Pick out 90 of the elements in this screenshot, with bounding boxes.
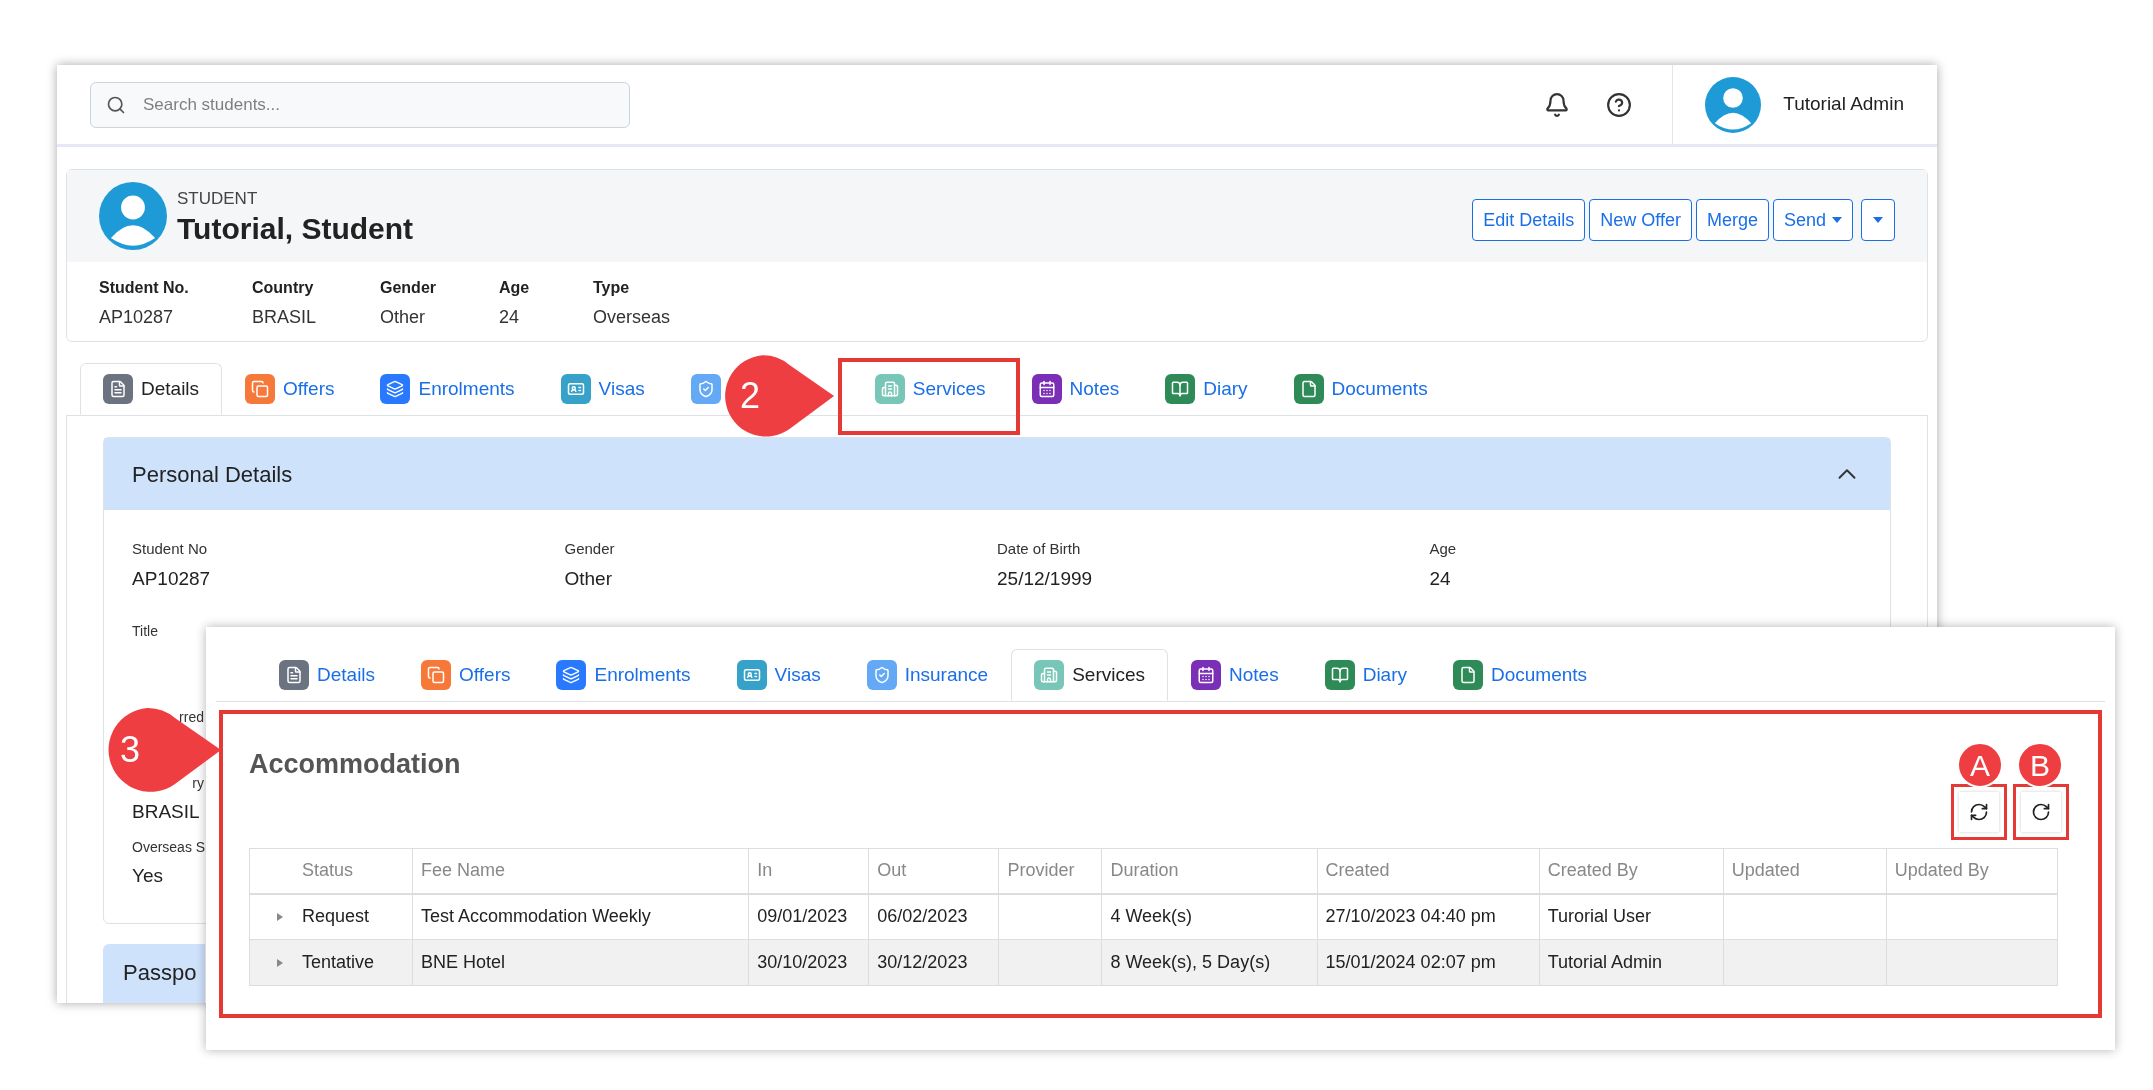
field-label: Gender xyxy=(564,539,616,559)
status-text: Request xyxy=(302,905,370,929)
fact-label: Student No. xyxy=(99,278,190,298)
tab[interactable]: Documents xyxy=(1270,363,1451,415)
more-button[interactable] xyxy=(1861,199,1895,241)
panel-header[interactable]: Personal Details xyxy=(104,438,1890,510)
panel-header[interactable]: Passpo xyxy=(103,944,205,1003)
panel-title: Passpo xyxy=(123,960,197,985)
field-value: 25/12/1999 xyxy=(997,566,1094,591)
field-value: Yes xyxy=(132,864,164,888)
field-value: BRASIL xyxy=(132,800,201,824)
avatar-icon xyxy=(1705,76,1762,133)
column-header[interactable]: Status xyxy=(249,848,413,894)
action-button[interactable]: Merge xyxy=(1695,199,1769,241)
field-label: Date of Birth xyxy=(997,539,1082,559)
table-cell: Test Accommodation Weekly xyxy=(412,893,749,940)
reset-icon xyxy=(2031,802,2051,822)
column-header[interactable]: In xyxy=(748,848,869,894)
action-button[interactable]: Edit Details xyxy=(1472,199,1586,241)
notification-icon[interactable] xyxy=(1544,91,1571,118)
table-cell: 30/10/2023 xyxy=(748,939,869,986)
avatar-icon xyxy=(99,182,167,250)
fact-value: Overseas xyxy=(593,306,672,329)
field-value: Other xyxy=(564,566,614,591)
table-cell: 27/10/2023 04:40 pm xyxy=(1317,893,1540,940)
fact-value: Other xyxy=(380,306,427,329)
table-cell: 06/02/2023 xyxy=(868,893,999,940)
search-icon xyxy=(106,94,126,115)
panel-title: Personal Details xyxy=(132,460,293,489)
fact-label: Type xyxy=(593,278,631,298)
table-cell: Turorial User xyxy=(1539,893,1724,940)
fact-label: Gender xyxy=(380,278,437,298)
dropdown-button[interactable]: Send xyxy=(1772,199,1853,241)
search-field[interactable]: Search students... xyxy=(90,81,630,128)
column-header[interactable]: Updated xyxy=(1723,848,1887,894)
tab[interactable]: Services xyxy=(1011,649,1168,701)
tab[interactable]: Enrolments xyxy=(533,649,714,701)
column-header[interactable]: Created xyxy=(1317,848,1540,894)
fact-value: AP10287 xyxy=(99,306,175,329)
tab[interactable]: Visas xyxy=(713,649,844,701)
caret-icon xyxy=(1873,217,1883,223)
tab[interactable]: Details xyxy=(256,649,399,701)
tab[interactable]: Notes xyxy=(1168,649,1302,701)
action-button[interactable]: New Offer xyxy=(1589,199,1692,241)
tab[interactable]: Offers xyxy=(398,649,534,701)
fact-label: Age xyxy=(499,278,531,298)
caret-icon xyxy=(1832,217,1842,223)
status-text: Tentative xyxy=(302,951,375,974)
tab[interactable]: Diary xyxy=(1142,363,1271,415)
table-cell: 8 Week(s), 5 Day(s) xyxy=(1101,939,1318,986)
field-value: 24 xyxy=(1429,566,1452,591)
field-label: Overseas S xyxy=(132,838,204,857)
section-title: Accommodation xyxy=(249,748,461,781)
tab[interactable]: Documents xyxy=(1430,649,1611,701)
field-label: ry xyxy=(191,774,204,793)
help-icon[interactable] xyxy=(1606,91,1633,118)
record-type-label: STUDENT xyxy=(177,188,259,211)
tab[interactable]: Enrolments xyxy=(357,363,538,415)
fact-value: BRASIL xyxy=(252,306,318,329)
table-cell: BNE Hotel xyxy=(412,939,749,986)
student-name: Tutorial, Student xyxy=(177,211,414,246)
user-name[interactable]: Tutorial Admin xyxy=(1783,90,1904,119)
table-cell: 30/12/2023 xyxy=(868,939,999,986)
table-cell: Tutorial Admin xyxy=(1539,939,1724,986)
column-header[interactable]: Fee Name xyxy=(412,848,749,894)
column-header[interactable]: Duration xyxy=(1101,848,1318,894)
field-value: AP10287 xyxy=(132,566,212,591)
column-header[interactable]: Created By xyxy=(1539,848,1724,894)
tab[interactable]: Notes xyxy=(1008,363,1143,415)
field-label: rred xyxy=(178,708,204,727)
tab[interactable]: Insurance xyxy=(843,649,1012,701)
field-label: Age xyxy=(1429,539,1458,559)
tab[interactable]: Offers xyxy=(222,363,358,415)
field-label: Title xyxy=(132,622,159,641)
table-cell: 4 Week(s) xyxy=(1101,893,1318,940)
fact-value: 24 xyxy=(499,306,521,329)
tab[interactable]: Details xyxy=(80,363,223,415)
tab[interactable]: Services xyxy=(851,363,1009,415)
column-header[interactable]: Provider xyxy=(998,848,1102,894)
table-cell: 09/01/2023 xyxy=(748,893,869,940)
refresh-icon xyxy=(1969,802,1989,822)
column-header[interactable]: Updated By xyxy=(1886,848,2058,894)
reset-button[interactable] xyxy=(2021,792,2061,832)
column-header[interactable]: Out xyxy=(868,848,999,894)
table-cell: 15/01/2024 02:07 pm xyxy=(1317,939,1540,986)
fact-label: Country xyxy=(252,278,315,298)
field-label: Student No xyxy=(132,539,209,559)
tab[interactable]: Visas xyxy=(537,363,668,415)
tab[interactable]: Diary xyxy=(1301,649,1430,701)
refresh-button[interactable] xyxy=(1959,792,1999,832)
